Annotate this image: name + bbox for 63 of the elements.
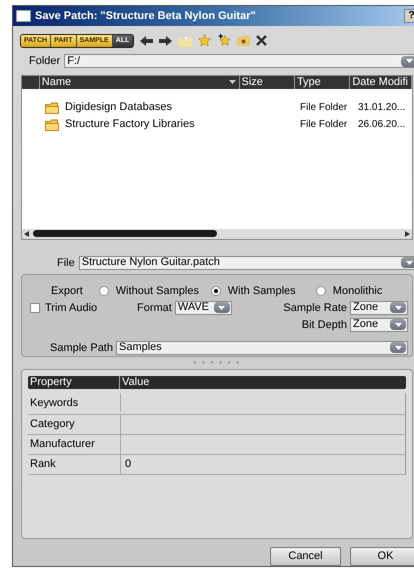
- export-label: Export: [51, 284, 83, 298]
- file-row[interactable]: Digidesign Databases File Folder 31.01.20...: [22, 100, 412, 115]
- file-name: Digidesign Databases: [65, 100, 172, 116]
- dropdown-arrow-icon[interactable]: [214, 302, 230, 314]
- bit-depth-dropdown[interactable]: Zone: [350, 318, 408, 332]
- dropdown-arrow-icon[interactable]: [390, 342, 406, 354]
- format-dropdown[interactable]: WAVE: [174, 300, 232, 315]
- dropdown-arrow-icon[interactable]: [401, 56, 414, 67]
- property-name: Rank: [29, 457, 57, 472]
- dropdown-arrow-icon[interactable]: [401, 257, 414, 268]
- radio-button[interactable]: [316, 286, 326, 296]
- checkbox-label: Trim Audio: [45, 300, 98, 316]
- property-name: Manufacturer: [29, 437, 96, 452]
- dropdown-arrow-icon[interactable]: [390, 302, 406, 314]
- close-icon[interactable]: [256, 35, 268, 46]
- add-star-icon[interactable]: [217, 34, 232, 48]
- dialog-button[interactable]: OK: [350, 547, 414, 566]
- file-date: 26.06.20...: [357, 118, 406, 132]
- scroll-left-icon[interactable]: [24, 230, 29, 237]
- property-name: Keywords: [29, 396, 80, 412]
- column-header[interactable]: Name: [40, 76, 240, 89]
- folder-icon: [45, 118, 59, 131]
- column-header[interactable]: Size: [240, 76, 295, 89]
- column-header[interactable]: Value: [120, 376, 406, 389]
- window-icon: [16, 10, 31, 22]
- horizontal-scrollbar[interactable]: [22, 228, 412, 239]
- file-type: File Folder: [299, 101, 348, 116]
- property-name: Category: [29, 417, 76, 432]
- radio-button[interactable]: [210, 286, 221, 296]
- folder-star-icon[interactable]: [237, 35, 250, 46]
- bit-depth-label: Bit Depth: [302, 318, 347, 332]
- file-name: Structure Factory Libraries: [65, 117, 195, 132]
- column-header[interactable]: Type: [294, 76, 350, 89]
- help-button[interactable]: ?: [404, 9, 414, 23]
- radio-label: Monolithic: [332, 284, 382, 298]
- folder-label: Folder: [29, 54, 60, 69]
- forward-arrow-icon[interactable]: [159, 36, 172, 46]
- folder-icon: [45, 102, 59, 114]
- sample-path-field[interactable]: Samples: [116, 340, 408, 355]
- property-value[interactable]: 0: [120, 454, 405, 474]
- column-header[interactable]: Date Modifi: [350, 76, 412, 89]
- sort-arrow-icon: [228, 80, 236, 84]
- star-icon[interactable]: [198, 34, 212, 48]
- file-row[interactable]: Structure Factory Libraries File Folder 26.06.20...: [22, 118, 412, 132]
- file-name-field[interactable]: Structure Nylon Guitar.patch: [78, 256, 414, 270]
- file-date: 31.01.20...: [357, 101, 406, 116]
- dropdown-arrow-icon[interactable]: [390, 319, 406, 330]
- format-label: Format: [137, 300, 172, 316]
- radio-label: With Samples: [228, 284, 296, 298]
- file-label: File: [57, 256, 75, 270]
- checkbox[interactable]: [30, 302, 40, 313]
- scroll-right-icon[interactable]: [405, 230, 410, 237]
- back-arrow-icon[interactable]: [140, 36, 154, 46]
- sample-rate-label: Sample Rate: [283, 300, 347, 316]
- window-title: Save Patch: "Structure Beta Nylon Guitar": [35, 8, 257, 24]
- radio-label: Without Samples: [116, 284, 199, 298]
- file-type: File Folder: [299, 118, 348, 132]
- folder-field[interactable]: F:/: [64, 54, 414, 68]
- column-header[interactable]: Property: [28, 376, 120, 389]
- sample-path-label: Sample Path: [50, 340, 113, 356]
- radio-button[interactable]: [98, 286, 109, 296]
- sample-rate-dropdown[interactable]: Zone: [350, 300, 408, 315]
- dialog-button[interactable]: Cancel: [270, 547, 341, 566]
